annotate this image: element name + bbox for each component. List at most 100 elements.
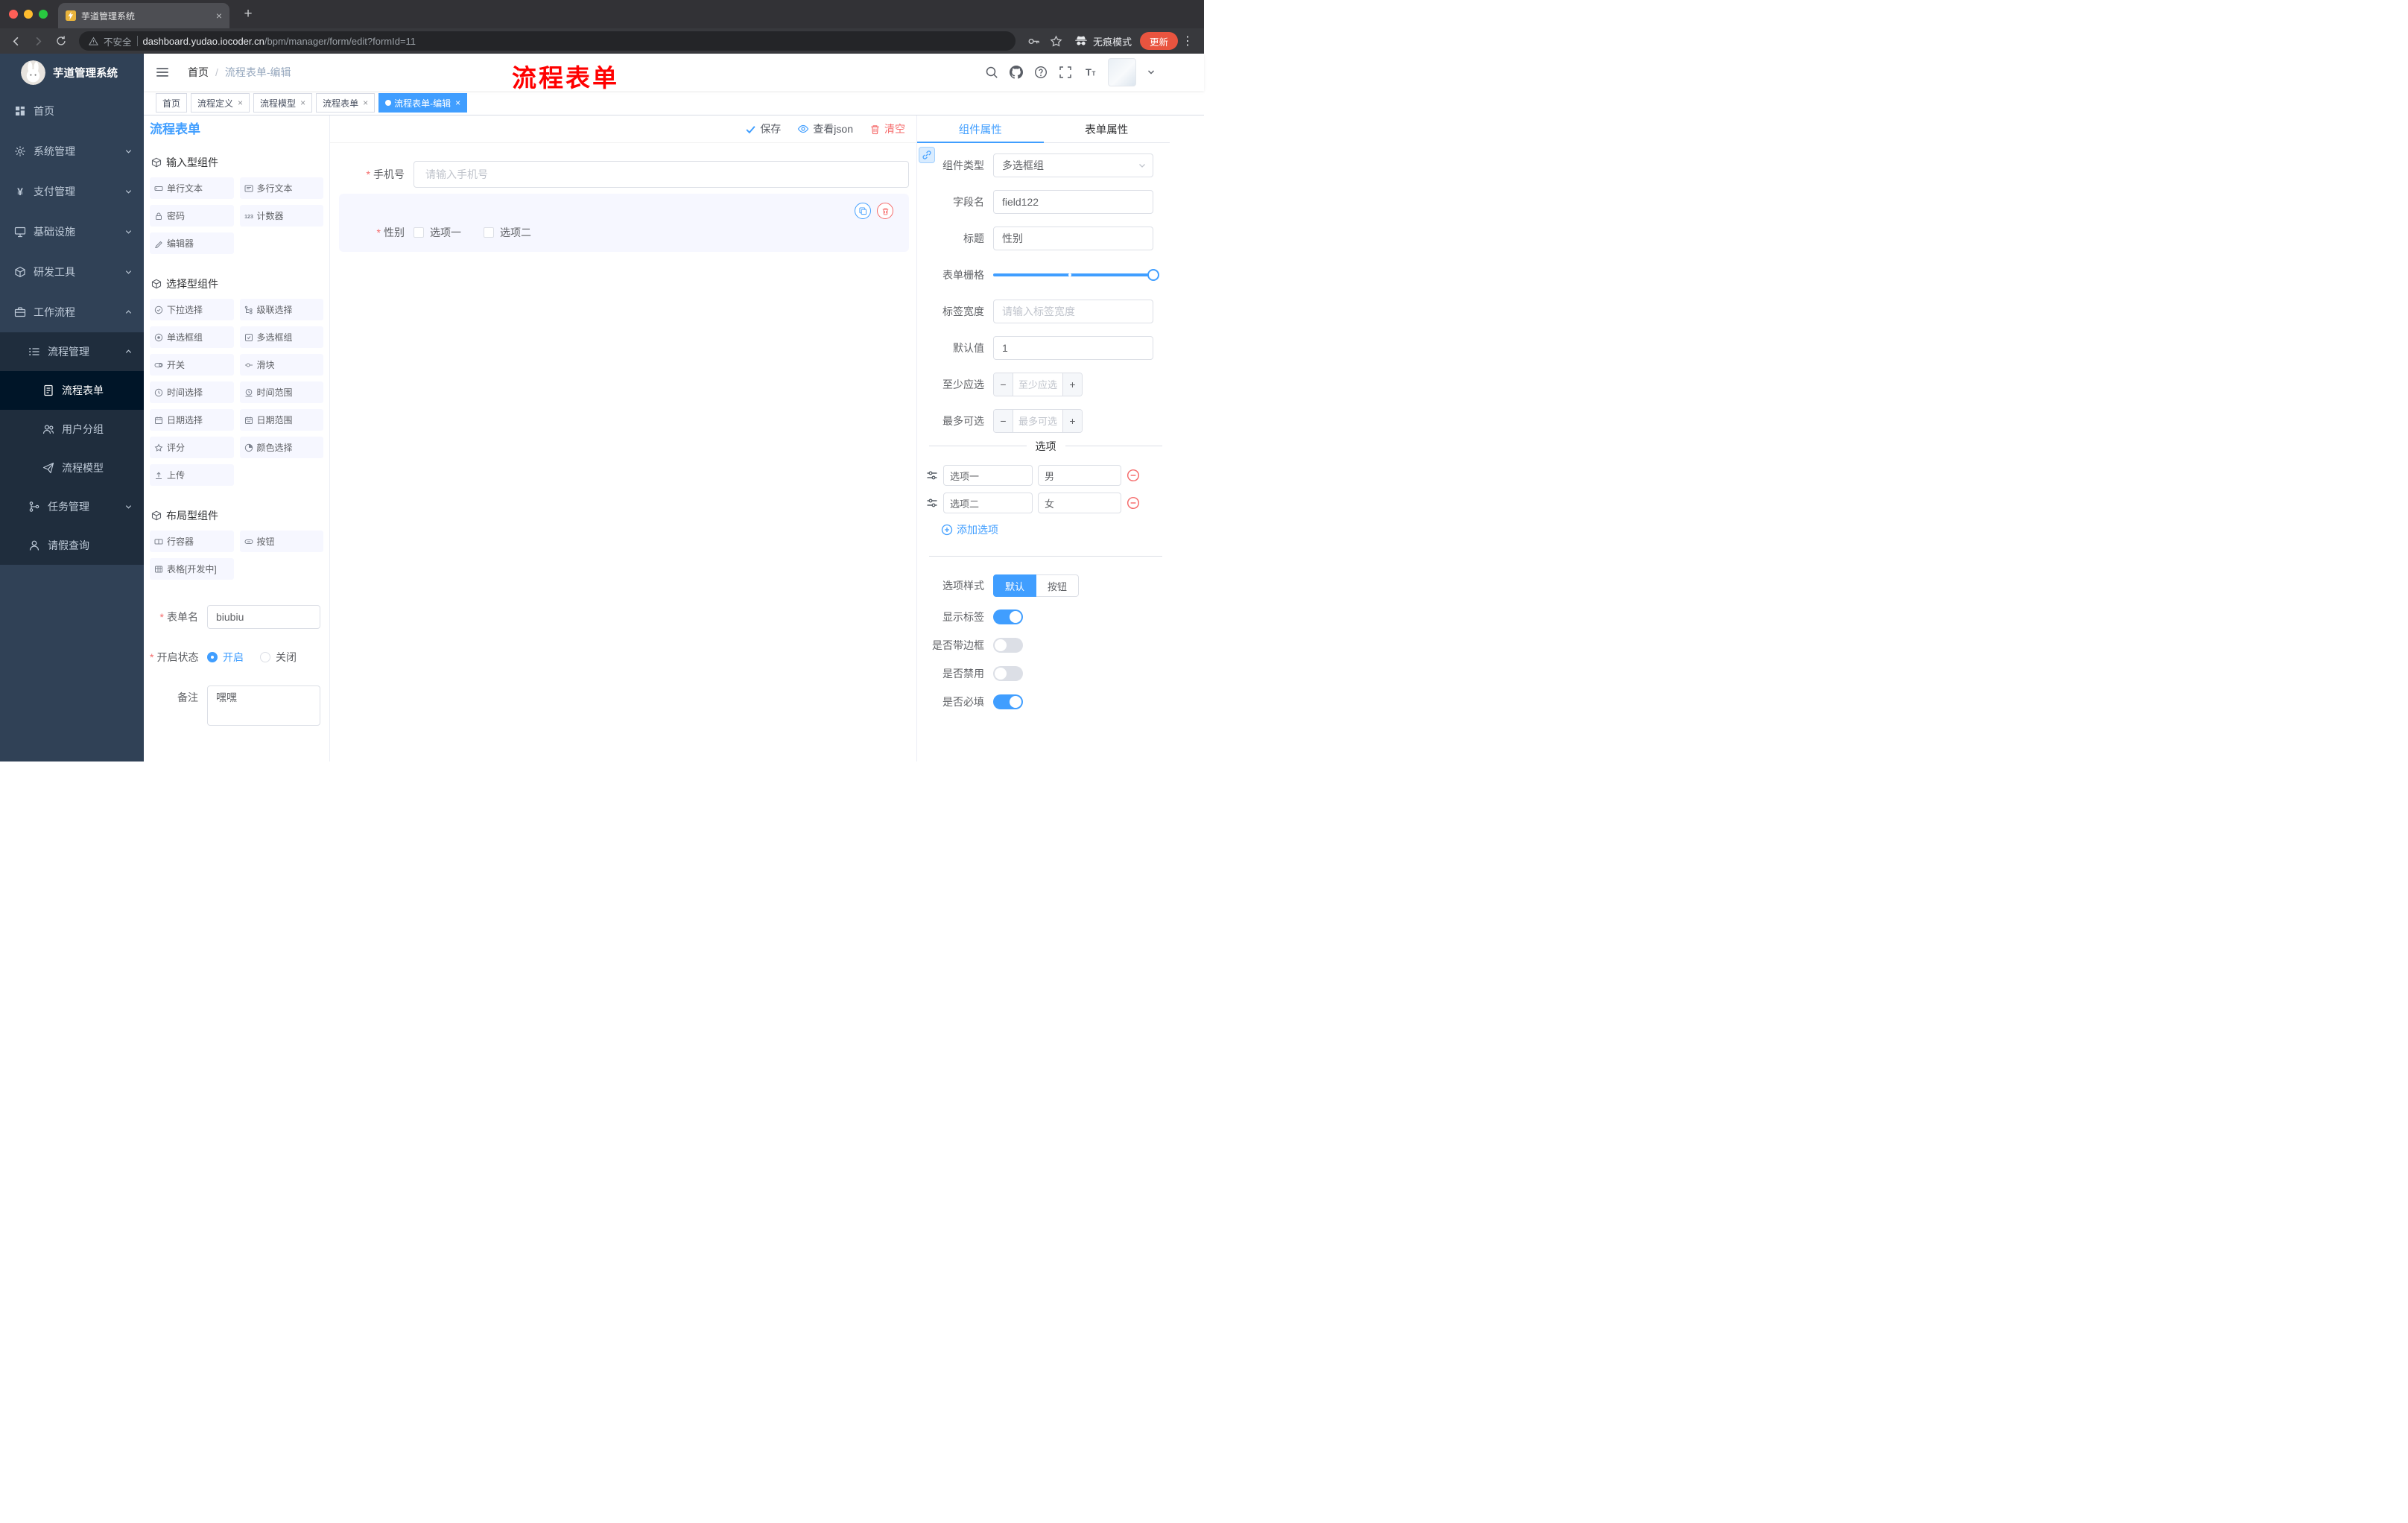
address-bar[interactable]: 不安全 dashboard.yudao.iocoder.cn/bpm/manag… xyxy=(79,31,1016,51)
window-zoom-button[interactable] xyxy=(39,10,48,19)
sidebar-item-infrastructure[interactable]: 基础设施 xyxy=(0,212,144,252)
tag-process-form-edit[interactable]: 流程表单-编辑 × xyxy=(378,93,468,113)
new-tab-button[interactable]: + xyxy=(238,4,258,24)
tag-process-form[interactable]: 流程表单 × xyxy=(316,93,376,113)
style-default-button[interactable]: 默认 xyxy=(993,574,1037,597)
user-avatar[interactable] xyxy=(1108,58,1136,86)
tab-component-props[interactable]: 组件属性 xyxy=(917,115,1044,143)
gender-option2-checkbox[interactable]: 选项二 xyxy=(484,225,531,240)
remove-option-button[interactable] xyxy=(1127,496,1140,510)
palette-item-password[interactable]: 密码 xyxy=(150,205,234,227)
palette-item-button[interactable]: 按钮 xyxy=(239,531,323,552)
palette-item-time-range[interactable]: 时间范围 xyxy=(239,381,323,403)
palette-item-switch[interactable]: 开关 xyxy=(150,354,234,376)
sidebar-item-dev-tools[interactable]: 研发工具 xyxy=(0,252,144,292)
plus-button[interactable]: + xyxy=(1062,373,1082,396)
gender-option1-checkbox[interactable]: 选项一 xyxy=(414,225,461,240)
remove-option-button[interactable] xyxy=(1127,469,1140,482)
palette-item-slider[interactable]: 滑块 xyxy=(239,354,323,376)
palette-item-editor[interactable]: 编辑器 xyxy=(150,232,234,254)
title-input[interactable] xyxy=(993,227,1153,250)
window-minimize-button[interactable] xyxy=(24,10,33,19)
github-icon[interactable] xyxy=(1010,66,1023,79)
palette-item-cascader[interactable]: 级联选择 xyxy=(239,299,323,320)
min-select-input[interactable] xyxy=(1013,373,1062,396)
tag-close-icon[interactable]: × xyxy=(363,98,368,107)
sidebar-item-workflow[interactable]: 工作流程 xyxy=(0,292,144,332)
palette-item-time-picker[interactable]: 时间选择 xyxy=(150,381,234,403)
breadcrumb-home[interactable]: 首页 xyxy=(188,65,209,80)
link-icon[interactable] xyxy=(919,147,935,163)
drag-handle-icon[interactable] xyxy=(926,469,938,481)
gender-field-block-selected[interactable]: 性别 选项一 选项二 xyxy=(339,194,909,252)
option2-value-input[interactable] xyxy=(1038,493,1121,513)
palette-item-color-picker[interactable]: 颜色选择 xyxy=(239,437,323,458)
palette-item-rate[interactable]: 评分 xyxy=(150,437,234,458)
tag-home[interactable]: 首页 xyxy=(156,93,188,113)
phone-field-input[interactable] xyxy=(414,161,909,188)
minus-button[interactable]: − xyxy=(994,373,1013,396)
label-width-input[interactable] xyxy=(993,300,1153,323)
window-close-button[interactable] xyxy=(9,10,18,19)
back-button[interactable] xyxy=(6,31,26,51)
update-button[interactable]: 更新 xyxy=(1139,32,1178,50)
tag-close-icon[interactable]: × xyxy=(455,98,460,107)
help-icon[interactable] xyxy=(1034,66,1048,79)
sidebar-item-system[interactable]: 系统管理 xyxy=(0,131,144,171)
status-on-radio[interactable]: 开启 xyxy=(207,650,244,665)
tag-close-icon[interactable]: × xyxy=(238,98,243,107)
slider-handle[interactable] xyxy=(1147,269,1159,281)
palette-item-row-container[interactable]: 行容器 xyxy=(150,531,234,552)
hamburger-icon[interactable] xyxy=(155,65,170,80)
tab-close-icon[interactable]: × xyxy=(216,10,222,21)
status-off-radio[interactable]: 关闭 xyxy=(260,650,297,665)
palette-item-table[interactable]: 表格[开发中] xyxy=(150,558,234,580)
tag-process-definition[interactable]: 流程定义 × xyxy=(191,93,250,113)
sidebar-item-process-management[interactable]: 流程管理 xyxy=(0,332,144,371)
sidebar-item-home[interactable]: 首页 xyxy=(0,91,144,131)
font-size-icon[interactable]: TT xyxy=(1083,66,1097,79)
drag-handle-icon[interactable] xyxy=(926,497,938,509)
add-option-button[interactable]: 添加选项 xyxy=(941,522,1170,537)
tag-close-icon[interactable]: × xyxy=(300,98,305,107)
sidebar-item-process-form[interactable]: 流程表单 xyxy=(0,371,144,410)
grid-slider[interactable] xyxy=(993,263,1159,287)
sidebar-item-payment[interactable]: ¥ 支付管理 xyxy=(0,171,144,212)
tag-process-model[interactable]: 流程模型 × xyxy=(253,93,313,113)
save-button[interactable]: 保存 xyxy=(745,121,781,136)
form-remark-textarea[interactable]: 嘿嘿 xyxy=(207,685,320,726)
clear-button[interactable]: 清空 xyxy=(869,121,905,136)
view-json-button[interactable]: 查看json xyxy=(797,121,853,136)
delete-component-button[interactable] xyxy=(877,203,893,219)
forward-button[interactable] xyxy=(28,31,48,51)
password-key-icon[interactable] xyxy=(1024,31,1044,51)
palette-item-multi-line-text[interactable]: 多行文本 xyxy=(239,177,323,199)
copy-component-button[interactable] xyxy=(855,203,871,219)
palette-item-counter[interactable]: 123 计数器 xyxy=(239,205,323,227)
browser-tab[interactable]: 芋道管理系统 × xyxy=(58,3,229,28)
minus-button[interactable]: − xyxy=(994,410,1013,432)
form-name-input[interactable] xyxy=(207,605,320,629)
option2-label-input[interactable] xyxy=(943,493,1033,513)
palette-item-date-picker[interactable]: 日期选择 xyxy=(150,409,234,431)
reload-button[interactable] xyxy=(51,31,71,51)
phone-field-row[interactable]: 手机号 xyxy=(339,161,909,188)
palette-item-radio-group[interactable]: 单选框组 xyxy=(150,326,234,348)
slider-track[interactable] xyxy=(993,269,1159,281)
field-name-input[interactable] xyxy=(993,190,1153,214)
sidebar-item-user-group[interactable]: 用户分组 xyxy=(0,410,144,449)
disabled-switch[interactable] xyxy=(993,666,1023,681)
fullscreen-icon[interactable] xyxy=(1059,66,1072,79)
browser-menu-icon[interactable]: ⋮ xyxy=(1180,34,1195,48)
option1-value-input[interactable] xyxy=(1038,465,1121,486)
max-select-input[interactable] xyxy=(1013,410,1062,432)
search-icon[interactable] xyxy=(985,66,998,79)
avatar-caret-icon[interactable] xyxy=(1147,69,1155,76)
palette-item-single-line-text[interactable]: 单行文本 xyxy=(150,177,234,199)
palette-item-checkbox-group[interactable]: 多选框组 xyxy=(239,326,323,348)
required-switch[interactable] xyxy=(993,694,1023,709)
bookmark-star-icon[interactable] xyxy=(1046,31,1066,51)
palette-item-select[interactable]: 下拉选择 xyxy=(150,299,234,320)
option1-label-input[interactable] xyxy=(943,465,1033,486)
show-label-switch[interactable] xyxy=(993,609,1023,624)
